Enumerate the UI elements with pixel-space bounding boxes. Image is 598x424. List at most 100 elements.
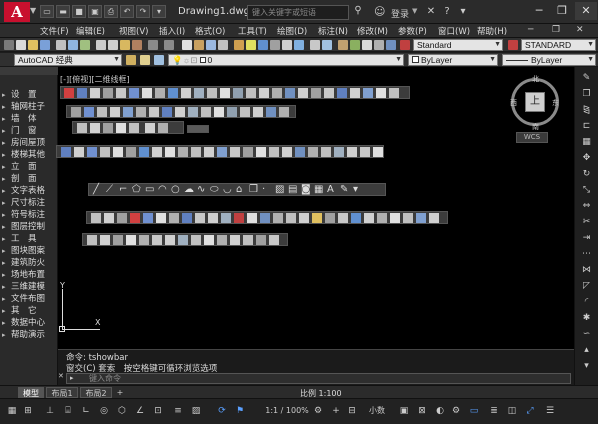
tool-icon[interactable]: [116, 88, 126, 98]
tool-icon[interactable]: [338, 213, 348, 223]
redo-icon[interactable]: [164, 40, 174, 50]
ortho-icon[interactable]: ∟: [80, 405, 92, 417]
left-menu-item[interactable]: ▸ 文字表格: [2, 184, 58, 196]
tool-icon[interactable]: [220, 88, 230, 98]
tool-icon[interactable]: [91, 213, 101, 223]
tool-icon[interactable]: [240, 107, 250, 117]
help-icon[interactable]: [310, 40, 320, 50]
compass-north[interactable]: 北: [532, 74, 539, 84]
left-menu-item[interactable]: ▸ 符号标注: [2, 208, 58, 220]
match-properties-icon[interactable]: [132, 40, 142, 50]
tool-icon[interactable]: [162, 107, 172, 117]
copy-icon[interactable]: [108, 40, 118, 50]
extend-icon[interactable]: ⇥: [581, 233, 592, 244]
clean-screen-icon[interactable]: ▭: [468, 405, 480, 417]
print-icon[interactable]: [56, 40, 66, 50]
new-icon[interactable]: [16, 40, 26, 50]
menu-icon[interactable]: ☰: [544, 405, 556, 417]
break-icon[interactable]: ⋯: [581, 249, 592, 260]
dim-style-marker-icon[interactable]: [508, 40, 518, 50]
left-menu-item[interactable]: ▸ 图块图案: [2, 244, 58, 256]
tool-icon[interactable]: [324, 88, 334, 98]
tool-icon[interactable]: [230, 147, 240, 157]
osnap-icon[interactable]: ⊡: [152, 405, 164, 417]
tool-icon[interactable]: [195, 213, 205, 223]
tab-layout1[interactable]: 布局1: [46, 387, 78, 398]
tool-icon[interactable]: [113, 147, 123, 157]
arc-icon[interactable]: ◠: [158, 185, 168, 195]
annotation-scale[interactable]: 1:1 / 100%: [256, 405, 318, 417]
tool-icon[interactable]: [337, 88, 347, 98]
tool-icon[interactable]: [295, 147, 305, 157]
save-icon[interactable]: [40, 40, 50, 50]
floating-toolbar-mini[interactable]: [187, 125, 209, 133]
command-close-icon[interactable]: ✕: [58, 372, 65, 383]
point-icon[interactable]: ·: [262, 185, 272, 195]
left-menu-item[interactable]: ▸ 文件布图: [2, 292, 58, 304]
hardware-acceleration-icon[interactable]: ⚙: [450, 405, 462, 417]
compass-east[interactable]: 东: [552, 98, 559, 108]
left-menu-item[interactable]: ▸ 三维建模: [2, 280, 58, 292]
tool-icon[interactable]: [123, 107, 133, 117]
dynamic-input-icon[interactable]: ⌸: [62, 405, 74, 417]
compass-south[interactable]: 南: [532, 122, 539, 132]
selection-cycling-icon[interactable]: ⟳: [216, 405, 228, 417]
ellipse-icon[interactable]: ⬭: [210, 185, 220, 195]
left-menu-item[interactable]: ▸ 工 具: [2, 232, 58, 244]
tool-icon[interactable]: [221, 213, 231, 223]
rectangle-icon[interactable]: ▭: [145, 185, 155, 195]
erase-icon[interactable]: ✎: [581, 73, 592, 84]
construction-line-icon[interactable]: ⟋: [106, 185, 116, 195]
properties-icon[interactable]: [234, 40, 244, 50]
zoom-realtime-icon[interactable]: [194, 40, 204, 50]
tool-icon[interactable]: [247, 213, 257, 223]
left-menu-item[interactable]: ▸ 墙 体: [2, 112, 58, 124]
tool-icon[interactable]: [308, 147, 318, 157]
tool-icon[interactable]: [347, 147, 357, 157]
open-icon[interactable]: [28, 40, 38, 50]
search-input[interactable]: 键入关键字或短语: [247, 5, 349, 20]
scroll-up-icon[interactable]: ▴: [581, 345, 592, 356]
mleader-style-icon[interactable]: [362, 40, 372, 50]
tool-icon[interactable]: [74, 147, 84, 157]
tool-icon[interactable]: [429, 213, 439, 223]
menu-restore-icon[interactable]: ❐: [552, 25, 560, 35]
tab-layout2[interactable]: 布局2: [80, 387, 112, 398]
tool-icon[interactable]: [126, 235, 136, 245]
tool-icon[interactable]: [178, 235, 188, 245]
tool-icon[interactable]: [152, 235, 162, 245]
login-button[interactable]: 登录: [391, 7, 409, 20]
undo-icon[interactable]: [148, 40, 158, 50]
polar-icon[interactable]: ◎: [98, 405, 110, 417]
tool-icon[interactable]: [103, 123, 113, 133]
text-style-marker-icon[interactable]: [400, 40, 410, 50]
quick-access-more-icon[interactable]: ▾: [152, 5, 166, 18]
tool-icon[interactable]: [181, 88, 191, 98]
viewport-controls[interactable]: [-][俯视][二维线框]: [60, 74, 130, 85]
units-select[interactable]: 小数: [366, 405, 388, 417]
tool-icon[interactable]: [363, 88, 373, 98]
tool-icon[interactable]: [97, 107, 107, 117]
table-style-icon[interactable]: [350, 40, 360, 50]
paste-icon[interactable]: [120, 40, 130, 50]
tool-palettes-icon[interactable]: [258, 40, 268, 50]
tool-icon[interactable]: [243, 147, 253, 157]
tab-model[interactable]: 模型: [18, 387, 44, 398]
menu-dimension[interactable]: 标注(N): [318, 25, 348, 37]
line-icon[interactable]: ╱: [93, 185, 103, 195]
tool-icon[interactable]: [201, 107, 211, 117]
rotate-icon[interactable]: ↻: [581, 169, 592, 180]
left-menu-item[interactable]: ▸ 设 置: [2, 88, 58, 100]
tool-icon[interactable]: [208, 213, 218, 223]
tool-icon[interactable]: [217, 235, 227, 245]
insert-block-icon[interactable]: ⌂: [236, 185, 246, 195]
tool-icon[interactable]: [191, 147, 201, 157]
tool-icon[interactable]: [155, 88, 165, 98]
menu-minimize-icon[interactable]: ─: [528, 25, 533, 35]
help-caret-icon[interactable]: ▾: [456, 5, 470, 19]
layer-select[interactable]: 💡☼⊡ 0 ▼: [168, 54, 404, 66]
tool-icon[interactable]: [376, 88, 386, 98]
save-as-icon[interactable]: ▣: [88, 5, 102, 18]
tool-icon[interactable]: [117, 213, 127, 223]
tool-icon[interactable]: [286, 213, 296, 223]
